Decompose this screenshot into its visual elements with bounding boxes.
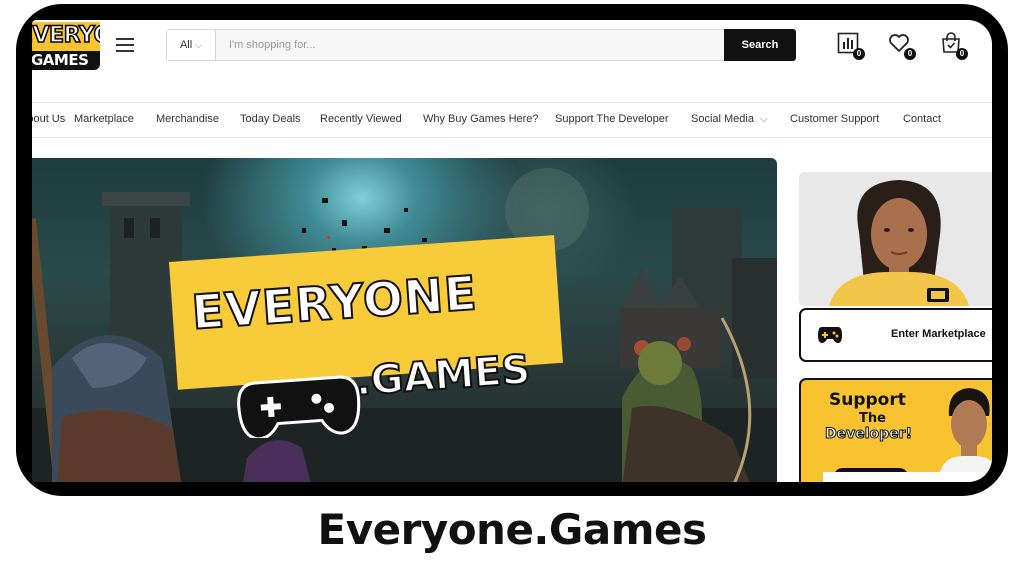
wishlist-count-badge: 0 <box>904 48 916 60</box>
support-developer-banner[interactable]: Support The Developer! <box>799 378 992 482</box>
gamepad-icon <box>237 375 361 438</box>
compare-count-badge: 0 <box>853 48 865 60</box>
search-button[interactable]: Search <box>724 29 796 61</box>
nav-item-about[interactable]: About Us <box>32 113 65 125</box>
nav-item-merchandise[interactable]: Merchandise <box>156 113 219 125</box>
menu-icon[interactable] <box>116 38 134 52</box>
wishlist-button[interactable]: 0 <box>888 32 916 60</box>
hero-banner[interactable]: EVERYONE .GAMES <box>32 158 777 482</box>
nav-item-recently-viewed[interactable]: Recently Viewed <box>320 113 402 125</box>
enter-marketplace-button[interactable]: Enter Marketplace <box>799 308 992 362</box>
page-caption: Everyone.Games <box>317 505 707 554</box>
person-portrait <box>799 172 992 306</box>
nav-item-today-deals[interactable]: Today Deals <box>240 113 301 125</box>
nav-item-contact[interactable]: Contact <box>903 113 941 125</box>
support-title-the: The <box>859 411 886 426</box>
nav-item-customer-support[interactable]: Customer Support <box>790 113 879 125</box>
nav-item-social-media-label: Social Media <box>691 113 754 125</box>
enter-marketplace-label: Enter Marketplace <box>891 328 986 340</box>
site-logo[interactable]: EVERYONE GAMES <box>32 22 100 70</box>
developer-portrait <box>939 388 992 476</box>
chevron-down-icon: ⌵ <box>195 40 203 50</box>
compare-button[interactable]: 0 <box>837 32 865 60</box>
chevron-down-icon: ⌵ <box>759 114 768 125</box>
banner-strip <box>823 472 992 482</box>
promo-portrait-image[interactable] <box>799 172 992 306</box>
browser-viewport: EVERYONE GAMES All⌵ Search 0 0 0 About U… <box>32 20 992 482</box>
gamepad-icon <box>818 327 842 343</box>
search-category-select[interactable]: All ⌵ <box>167 30 216 60</box>
search-bar: All⌵ Search <box>166 29 796 61</box>
nav-item-social-media[interactable]: Social Media ⌵ <box>691 113 768 125</box>
logo-text-top: EVERYONE <box>32 22 100 49</box>
support-title: Support <box>829 390 906 410</box>
search-input[interactable] <box>221 30 737 60</box>
nav-item-marketplace[interactable]: Marketplace <box>74 113 134 125</box>
support-title-developer: Developer! <box>825 426 913 443</box>
cart-count-badge: 0 <box>956 48 968 60</box>
nav-item-why-buy[interactable]: Why Buy Games Here? <box>423 113 539 125</box>
search-category-value: All <box>179 39 193 51</box>
cart-button[interactable]: 0 <box>940 32 968 60</box>
nav-item-support-developer[interactable]: Support The Developer <box>555 113 669 125</box>
logo-text-bottom: GAMES <box>32 51 100 70</box>
main-nav: About Us Marketplace Merchandise Today D… <box>32 102 992 138</box>
